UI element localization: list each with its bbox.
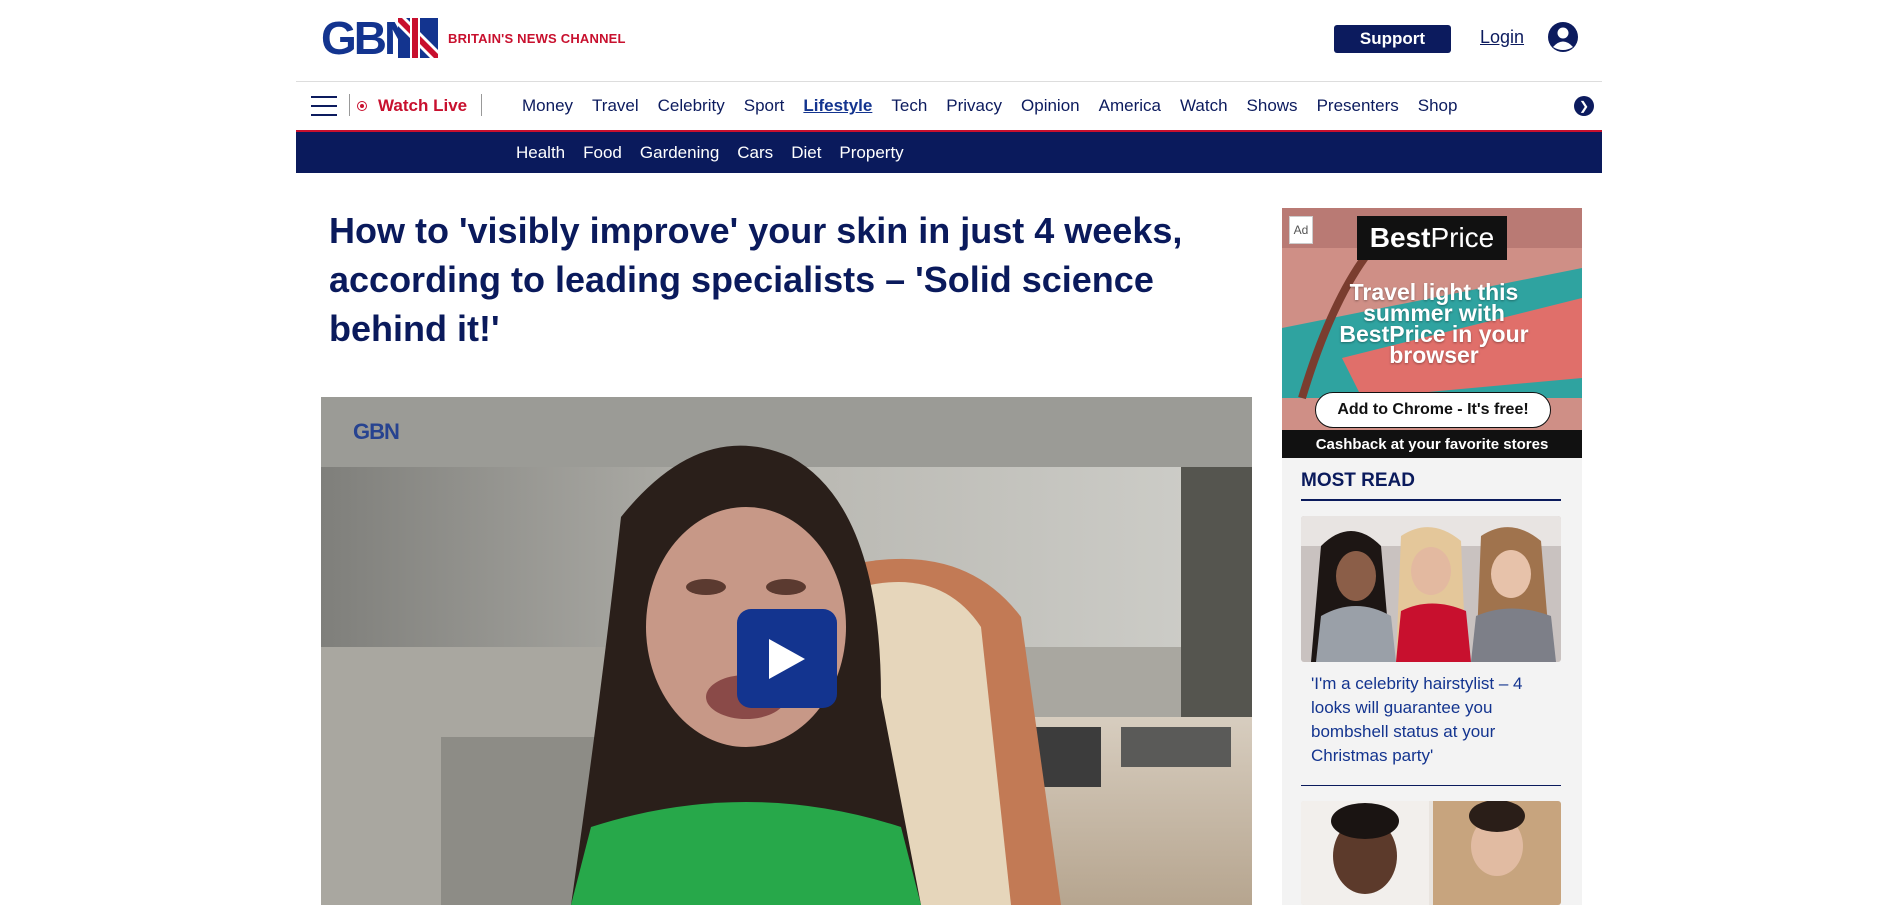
nav-item-shows[interactable]: Shows [1247,96,1298,116]
subnav-item-cars[interactable]: Cars [737,143,773,163]
play-button[interactable] [737,609,837,708]
nav-item-lifestyle[interactable]: Lifestyle [803,96,872,116]
nav-divider [481,94,482,116]
most-read-headline[interactable]: 'I'm a celebrity hairstylist – 4 looks w… [1311,672,1551,768]
most-read-image[interactable] [1301,516,1561,662]
nav-item-privacy[interactable]: Privacy [946,96,1002,116]
union-flag-logo-mark [398,18,438,58]
tagline: BRITAIN'S NEWS CHANNEL [448,31,626,46]
party-photo [1301,516,1561,662]
nav-item-tech[interactable]: Tech [891,96,927,116]
nav-item-america[interactable]: America [1099,96,1161,116]
nav-divider [349,94,350,116]
most-read-image[interactable] [1301,801,1561,905]
support-button[interactable]: Support [1334,25,1451,53]
nav-items: Money Travel Celebrity Sport Lifestyle T… [522,96,1457,116]
subnav-item-gardening[interactable]: Gardening [640,143,719,163]
ad-brand-bold: Best [1369,222,1431,253]
subnav-item-food[interactable]: Food [583,143,622,163]
nav-item-watch[interactable]: Watch [1180,96,1228,116]
user-icon[interactable] [1548,22,1578,52]
ad-brand-logo: Best Price [1357,216,1507,260]
nav-item-opinion[interactable]: Opinion [1021,96,1080,116]
video-watermark: GBN [353,419,400,444]
hamburger-icon[interactable] [311,96,337,116]
most-read-divider [1301,785,1561,786]
ad-badge: Ad [1289,216,1313,244]
login-link[interactable]: Login [1480,27,1524,48]
ad-footer: Cashback at your favorite stores [1282,430,1582,458]
chevron-right-icon[interactable]: ❯ [1574,96,1594,116]
most-read-divider [1301,499,1561,501]
sub-nav-items: Health Food Gardening Cars Diet Property [516,143,904,163]
nav-item-money[interactable]: Money [522,96,573,116]
skincare-photo [1301,801,1561,905]
watch-live-link[interactable]: Watch Live [378,96,467,116]
nav-item-travel[interactable]: Travel [592,96,639,116]
nav-item-sport[interactable]: Sport [744,96,785,116]
nav-item-shop[interactable]: Shop [1418,96,1458,116]
most-read-title: MOST READ [1301,470,1415,491]
sub-nav [296,132,1602,173]
nav-item-presenters[interactable]: Presenters [1317,96,1399,116]
ad-copy: Travel light this summer with BestPrice … [1339,279,1529,368]
ad-cta-button[interactable]: Add to Chrome - It's free! [1315,392,1551,428]
nav-item-celebrity[interactable]: Celebrity [658,96,725,116]
play-icon [769,638,805,679]
article-headline: How to 'visibly improve' your skin in ju… [329,210,1183,349]
subnav-item-health[interactable]: Health [516,143,565,163]
subnav-item-property[interactable]: Property [839,143,903,163]
subnav-item-diet[interactable]: Diet [791,143,821,163]
ad-brand-rest: Price [1430,222,1495,253]
live-dot-icon [357,101,367,111]
